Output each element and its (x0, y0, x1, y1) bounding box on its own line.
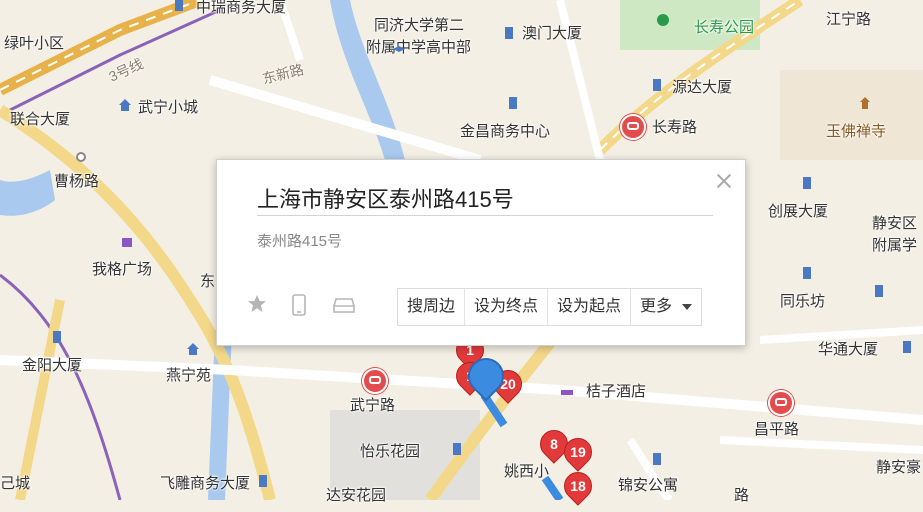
label-cheng: 己城 (0, 475, 31, 492)
metro-station-icon[interactable] (362, 368, 388, 394)
popup-title: 上海市静安区泰州路415号 (257, 187, 514, 212)
label-juzi: 桔子酒店 (586, 383, 647, 400)
building-icon (803, 177, 811, 189)
popup-subtitle: 泰州路415号 (257, 233, 343, 250)
bus-stop-icon (76, 152, 86, 162)
map-canvas[interactable]: 中瑞商务大厦 同济大学第二 附属中学高中部 澳门大厦 长寿公园 江宁路 绿叶小区… (0, 0, 923, 506)
label-jinyang: 金阳大厦 (22, 357, 83, 374)
set-start-button[interactable]: 设为起点 (548, 289, 632, 325)
building-icon (505, 27, 513, 39)
popup-actions: 搜周边 设为终点 设为起点 更多 (397, 288, 703, 326)
building-icon (653, 453, 661, 465)
label-jingan-fs2: 附属学 (872, 237, 918, 254)
label-yufo: 玉佛禅寺 (826, 123, 887, 140)
chevron-down-icon (682, 303, 693, 310)
shopping-icon (122, 238, 132, 247)
metro-station-icon[interactable] (620, 114, 646, 140)
building-icon (453, 443, 461, 455)
temple-icon (860, 97, 870, 109)
label-jinchang: 金昌商务中心 (460, 123, 551, 140)
close-icon[interactable] (715, 172, 733, 190)
set-end-button[interactable]: 设为终点 (465, 289, 549, 325)
label-daan: 达安花园 (326, 487, 387, 504)
info-window: 上海市静安区泰州路415号 泰州路415号 搜周边 设为终点 设为起点 更多 (216, 159, 746, 346)
label-tongji: 同济大学第二 (374, 17, 465, 34)
label-caoyang-rd: 曹杨路 (54, 173, 100, 190)
label-tongji2: 附属中学高中部 (366, 39, 472, 56)
star-icon[interactable] (247, 294, 267, 314)
label-aomen: 澳门大厦 (522, 25, 583, 42)
label-xx-rd: 路 (734, 487, 750, 504)
label-jindong: 锦安公寓 (618, 477, 679, 494)
house-icon (187, 343, 199, 355)
label-yanning: 燕宁苑 (166, 367, 212, 384)
label-wuning-rd: 武宁路 (350, 397, 396, 414)
label-wuning-xc: 武宁小城 (138, 99, 199, 116)
label-chuangzhan: 创展大厦 (768, 203, 829, 220)
label-lvye: 绿叶小区 (4, 35, 65, 52)
metro-station-icon[interactable] (768, 390, 794, 416)
park-icon (657, 14, 669, 26)
label-jingan-ss: 静安豪 (876, 459, 922, 476)
label-zhongrui: 中瑞商务大厦 (196, 0, 287, 16)
label-changshou-rd: 长寿路 (652, 119, 698, 136)
car-icon[interactable] (331, 294, 357, 316)
house-icon (119, 99, 131, 111)
school-icon (393, 46, 405, 52)
building-icon (903, 341, 911, 353)
label-yaoxi: 姚西小 (504, 463, 550, 480)
search-nearby-button[interactable]: 搜周边 (398, 289, 466, 325)
label-feidiao: 飞雕商务大厦 (160, 475, 251, 492)
label-dong-partial: 东 (200, 273, 216, 290)
label-yile: 怡乐花园 (360, 443, 421, 460)
building-icon (175, 0, 183, 11)
label-jiangning-rd: 江宁路 (826, 11, 872, 28)
more-label: 更多 (640, 298, 673, 315)
hotel-icon (561, 390, 573, 395)
label-yuanda: 源达大厦 (672, 79, 733, 96)
building-icon (653, 79, 661, 91)
building-icon (259, 475, 267, 487)
label-changshou-park: 长寿公园 (694, 19, 755, 36)
label-changping-rd: 昌平路 (754, 421, 800, 438)
building-icon (875, 285, 883, 297)
building-icon (53, 331, 61, 343)
phone-icon[interactable] (291, 294, 307, 316)
building-icon (509, 97, 517, 109)
label-jingan-fs: 静安区 (872, 215, 918, 232)
popup-divider (257, 215, 713, 216)
label-tongle: 同乐坊 (780, 293, 826, 310)
label-huatong: 华通大厦 (818, 341, 879, 358)
building-icon (803, 267, 811, 279)
more-button[interactable]: 更多 (631, 289, 701, 325)
label-lianhe: 联合大厦 (10, 111, 71, 128)
label-wogeguangchang: 我格广场 (92, 261, 153, 278)
